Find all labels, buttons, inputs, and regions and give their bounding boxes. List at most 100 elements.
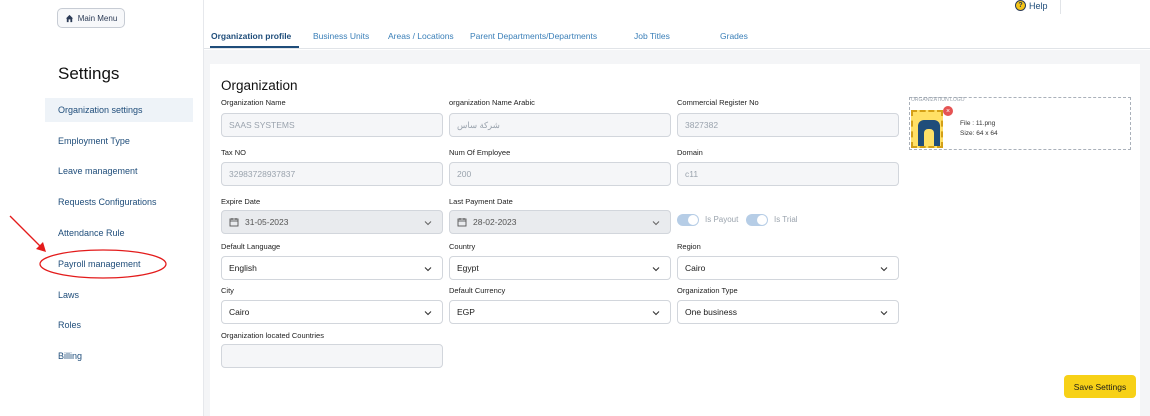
logo-file-name: File : 11.png [960, 120, 996, 127]
city-value: Cairo [229, 307, 250, 317]
tax-no-label: Tax NO [221, 148, 247, 157]
organization-title: Organization [221, 78, 298, 93]
header-divider [1060, 0, 1061, 14]
is-trial-label: Is Trial [774, 215, 798, 224]
tab-parent-departments[interactable]: Parent Departments/Departments [470, 31, 597, 41]
org-name-value: SAAS SYSTEMS [229, 120, 295, 130]
org-name-label: Organization Name [221, 98, 286, 107]
num-employee-value: 200 [457, 169, 472, 179]
is-payout-label: Is Payout [705, 215, 739, 224]
located-countries-label: Organization located Countries [221, 331, 324, 340]
domain-field[interactable]: c11 [677, 162, 899, 186]
default-language-select[interactable]: English [221, 256, 443, 280]
sidebar-item-payroll-management[interactable]: Payroll management [45, 252, 193, 276]
expire-date-value: 31-05-2023 [245, 217, 289, 227]
chevron-down-icon [652, 311, 660, 316]
calendar-icon [229, 218, 239, 227]
is-payout-toggle[interactable] [677, 214, 699, 226]
sidebar-item-label: Attendance Rule [58, 228, 125, 238]
sidebar-item-label: Employment Type [58, 136, 130, 146]
calendar-icon [457, 218, 467, 227]
help-link[interactable]: ? Help [1015, 0, 1048, 11]
chevron-down-icon [424, 221, 432, 226]
tab-grades[interactable]: Grades [720, 31, 748, 41]
active-tab-indicator [210, 46, 299, 48]
chevron-down-icon [424, 267, 432, 272]
organization-logo-image [911, 110, 943, 148]
region-select[interactable]: Cairo [677, 256, 899, 280]
chevron-down-icon [652, 221, 660, 226]
tabs-bar: Organization profile Business Units Area… [204, 24, 1150, 49]
sidebar-item-label: Roles [58, 320, 82, 330]
commercial-register-label: Commercial Register No [677, 98, 759, 107]
sidebar-item-leave-management[interactable]: Leave management [45, 159, 193, 183]
expire-date-field[interactable]: 31-05-2023 [221, 210, 443, 234]
is-trial-toggle[interactable] [746, 214, 768, 226]
chevron-down-icon [880, 311, 888, 316]
main-menu-label: Main Menu [77, 13, 118, 23]
domain-value: c11 [685, 169, 699, 179]
tax-no-value: 32983728937837 [229, 169, 296, 179]
city-label: City [221, 286, 234, 295]
sidebar-item-laws[interactable]: Laws [45, 283, 193, 307]
org-type-value: One business [685, 307, 737, 317]
sidebar-item-label: Requests Configurations [58, 197, 157, 207]
last-payment-value: 28-02-2023 [473, 217, 517, 227]
default-language-label: Default Language [221, 242, 281, 251]
country-select[interactable]: Egypt [449, 256, 671, 280]
help-icon: ? [1015, 0, 1026, 11]
currency-label: Default Currency [449, 286, 506, 295]
sidebar-item-employment-type[interactable]: Employment Type [45, 129, 193, 153]
region-label: Region [677, 242, 701, 251]
remove-logo-icon[interactable]: × [943, 106, 953, 116]
sidebar-item-organization-settings[interactable]: Organization settings [45, 98, 193, 122]
sidebar-item-label: Leave management [58, 166, 138, 176]
tab-business-units[interactable]: Business Units [313, 31, 369, 41]
num-employee-field[interactable]: 200 [449, 162, 671, 186]
commercial-register-value: 3827382 [685, 120, 719, 130]
currency-select[interactable]: EGP [449, 300, 671, 324]
sidebar-item-billing[interactable]: Billing [45, 344, 193, 368]
logo-file-info: File : 11.png Size: 64 x 64 [960, 119, 998, 139]
home-icon [65, 14, 73, 22]
located-countries-field[interactable] [221, 344, 443, 368]
sidebar-item-label: Organization settings [58, 105, 143, 115]
sidebar-item-label: Laws [58, 290, 80, 300]
org-name-arabic-label: organization Name Arabic [449, 98, 535, 107]
tax-no-field[interactable]: 32983728937837 [221, 162, 443, 186]
org-name-arabic-value: شركة ساس [457, 119, 500, 130]
sidebar-item-requests-configurations[interactable]: Requests Configurations [45, 190, 193, 214]
settings-title: Settings [58, 64, 120, 83]
default-language-value: English [229, 263, 257, 273]
org-name-arabic-field[interactable]: شركة ساس [449, 113, 671, 137]
domain-label: Domain [677, 148, 703, 157]
tab-organization-profile[interactable]: Organization profile [211, 31, 291, 41]
chevron-down-icon [880, 267, 888, 272]
sidebar-item-label: Billing [58, 351, 83, 361]
sidebar-item-attendance-rule[interactable]: Attendance Rule [45, 221, 193, 245]
org-type-label: Organization Type [677, 286, 738, 295]
sidebar-item-roles[interactable]: Roles [45, 313, 193, 337]
logo-file-size: Size: 64 x 64 [960, 130, 998, 137]
city-select[interactable]: Cairo [221, 300, 443, 324]
org-name-field[interactable]: SAAS SYSTEMS [221, 113, 443, 137]
sidebar-item-label: Payroll management [58, 259, 141, 269]
logo-caption: ORGANIZATION LOGO [911, 97, 965, 103]
last-payment-field[interactable]: 28-02-2023 [449, 210, 671, 234]
commercial-register-field[interactable]: 3827382 [677, 113, 899, 137]
save-settings-button[interactable]: Save Settings [1064, 375, 1136, 398]
country-label: Country [449, 242, 476, 251]
org-type-select[interactable]: One business [677, 300, 899, 324]
country-value: Egypt [457, 263, 479, 273]
region-value: Cairo [685, 263, 706, 273]
annotation-arrow [9, 215, 43, 249]
tab-areas-locations[interactable]: Areas / Locations [388, 31, 454, 41]
chevron-down-icon [424, 311, 432, 316]
help-label: Help [1029, 0, 1048, 11]
chevron-down-icon [652, 267, 660, 272]
last-payment-label: Last Payment Date [449, 197, 513, 206]
currency-value: EGP [457, 307, 475, 317]
tab-job-titles[interactable]: Job Titles [634, 31, 670, 41]
num-employee-label: Num Of Employee [449, 148, 511, 157]
main-menu-button[interactable]: Main Menu [57, 8, 125, 28]
